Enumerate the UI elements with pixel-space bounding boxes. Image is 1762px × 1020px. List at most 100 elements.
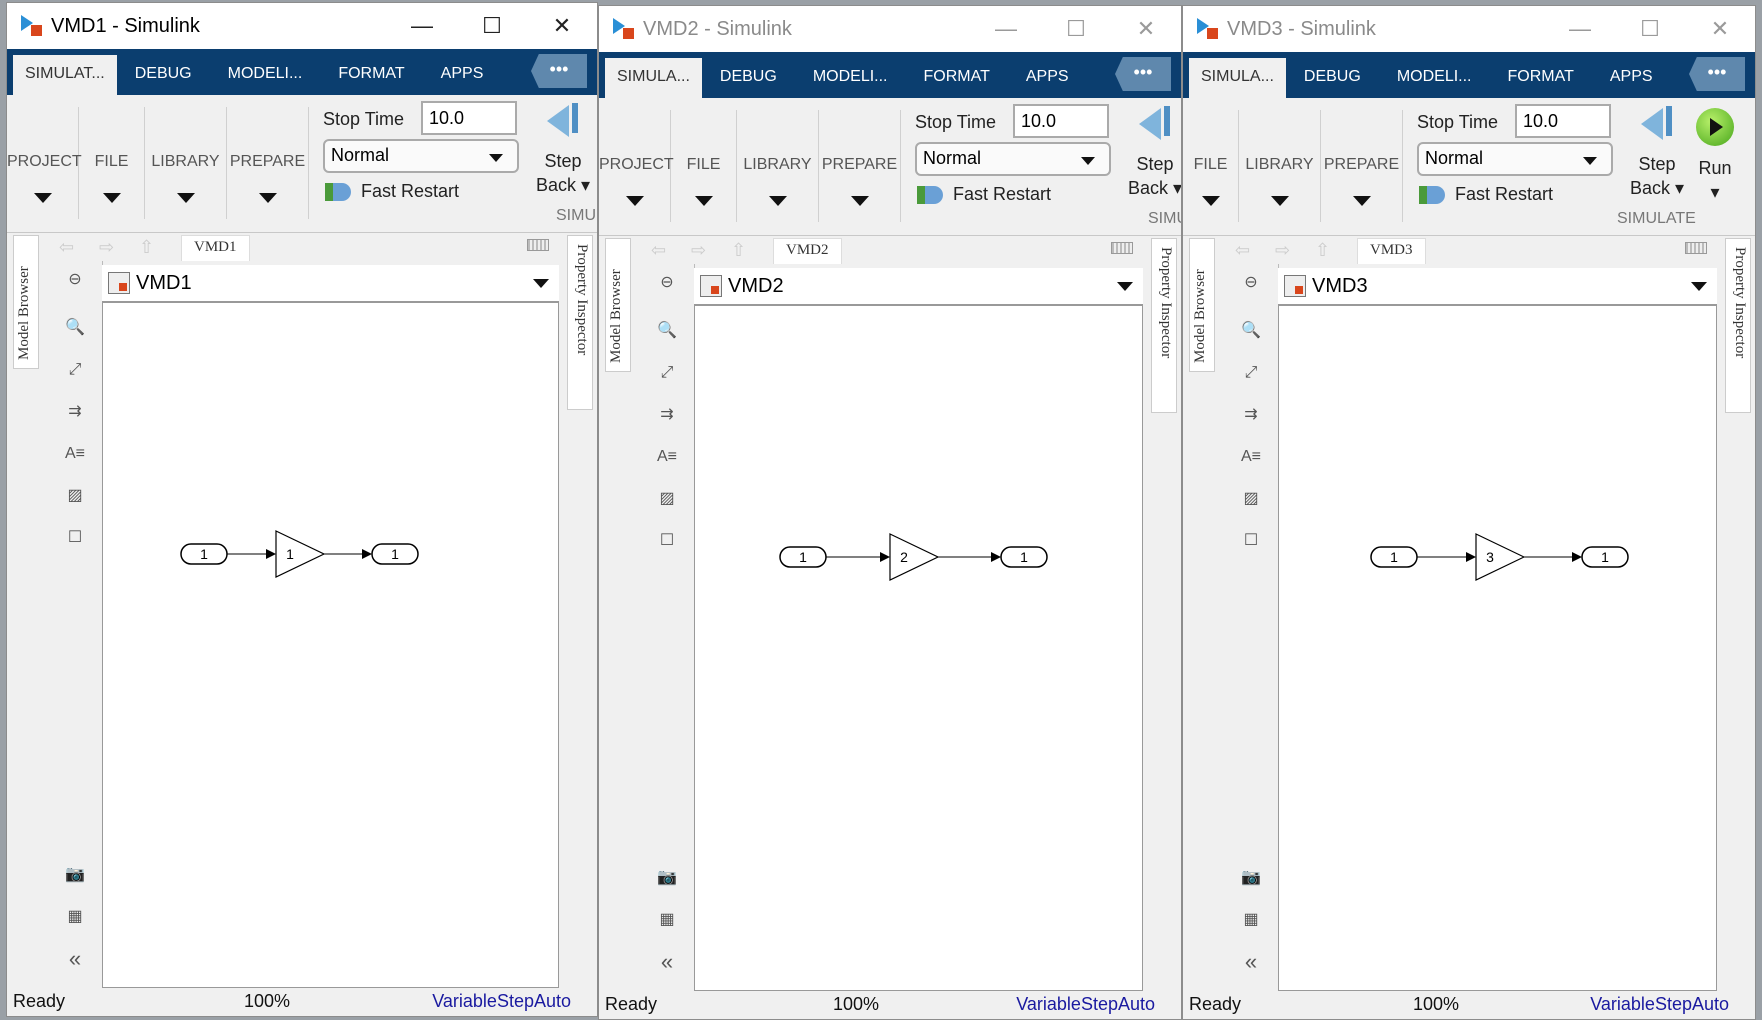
close-button[interactable]: ✕ (527, 3, 597, 49)
route-lines-icon[interactable]: ⇉ (1240, 404, 1262, 426)
model-canvas[interactable]: 1 3 1 (1278, 306, 1717, 991)
ribbon-group-library[interactable]: LIBRARY (145, 107, 227, 219)
fast-restart-button[interactable]: Fast Restart (1419, 184, 1553, 205)
maximize-button[interactable]: ☐ (457, 3, 527, 49)
fit-view-icon[interactable]: ⤢ (656, 362, 678, 384)
breadcrumb[interactable]: VMD3 (1357, 238, 1426, 264)
camera-icon[interactable]: 📷 (64, 864, 86, 886)
keyboard-icon[interactable] (527, 239, 549, 251)
annotation-icon[interactable]: A≡ (1240, 446, 1262, 468)
route-lines-icon[interactable]: ⇉ (64, 401, 86, 423)
tab-3[interactable]: FORMAT (906, 58, 1008, 98)
camera-icon[interactable]: 📷 (1240, 867, 1262, 889)
forward-arrow-icon[interactable]: ⇨ (1275, 240, 1290, 261)
model-browser-tab[interactable]: Model Browser (1189, 238, 1215, 372)
tab-1[interactable]: DEBUG (1286, 58, 1379, 98)
back-arrow-icon[interactable]: ⇦ (1235, 240, 1250, 261)
tab-0[interactable]: SIMULAT... (13, 55, 117, 95)
ribbon-group-project[interactable]: PROJECT (599, 110, 674, 222)
gain-block[interactable] (1475, 533, 1526, 581)
zoom-in-icon[interactable]: 🔍 (656, 320, 678, 342)
up-arrow-icon[interactable]: ⇧ (1315, 240, 1330, 261)
collapse-icon[interactable]: « (64, 948, 86, 970)
step-back-button[interactable]: Step Back ▾ (1125, 104, 1181, 200)
model-address-bar[interactable]: VMD1 (102, 265, 559, 303)
more-tabs-button[interactable]: ••• (1689, 57, 1745, 91)
back-arrow-icon[interactable]: ⇦ (651, 240, 666, 261)
simulation-mode-dropdown[interactable]: Normal (915, 142, 1111, 176)
stop-time-input[interactable] (421, 101, 517, 135)
ribbon-group-prepare[interactable]: PREPARE (1321, 110, 1403, 222)
maximize-button[interactable]: ☐ (1041, 6, 1111, 52)
stop-time-input[interactable] (1515, 104, 1611, 138)
annotation-icon[interactable]: A≡ (656, 446, 678, 468)
back-icon[interactable]: ⊖ (656, 272, 678, 294)
title-bar[interactable]: VMD2 - Simulink — ☐ ✕ (599, 6, 1181, 52)
area-icon[interactable]: ☐ (1240, 530, 1262, 552)
image-icon[interactable]: ▨ (1240, 488, 1262, 510)
ribbon-group-file[interactable]: FILE (79, 107, 145, 219)
property-inspector-tab[interactable]: Property Inspector (567, 235, 593, 410)
forward-arrow-icon[interactable]: ⇨ (99, 237, 114, 258)
tab-2[interactable]: MODELI... (210, 55, 321, 95)
property-inspector-tab[interactable]: Property Inspector (1151, 238, 1177, 413)
ribbon-group-prepare[interactable]: PREPARE (227, 107, 309, 219)
gain-block[interactable] (275, 530, 326, 578)
close-button[interactable]: ✕ (1685, 6, 1755, 52)
solver-link[interactable]: VariableStepAuto (1016, 994, 1155, 1015)
stop-time-input[interactable] (1013, 104, 1109, 138)
collapse-icon[interactable]: « (656, 951, 678, 973)
tab-1[interactable]: DEBUG (702, 58, 795, 98)
tab-2[interactable]: MODELI... (1379, 58, 1490, 98)
property-panel-icon[interactable]: ▦ (656, 909, 678, 931)
close-button[interactable]: ✕ (1111, 6, 1181, 52)
solver-link[interactable]: VariableStepAuto (1590, 994, 1729, 1015)
ribbon-group-library[interactable]: LIBRARY (737, 110, 819, 222)
ribbon-group-project[interactable]: PROJECT (7, 107, 82, 219)
fast-restart-button[interactable]: Fast Restart (917, 184, 1051, 205)
annotation-icon[interactable]: A≡ (64, 443, 86, 465)
minimize-button[interactable]: — (971, 6, 1041, 52)
model-canvas[interactable]: 1 1 1 (102, 303, 559, 988)
breadcrumb[interactable]: VMD1 (181, 235, 250, 261)
fit-view-icon[interactable]: ⤢ (64, 359, 86, 381)
back-arrow-icon[interactable]: ⇦ (59, 237, 74, 258)
tab-2[interactable]: MODELI... (795, 58, 906, 98)
image-icon[interactable]: ▨ (64, 485, 86, 507)
simulation-mode-dropdown[interactable]: Normal (323, 139, 519, 173)
keyboard-icon[interactable] (1111, 242, 1133, 254)
forward-arrow-icon[interactable]: ⇨ (691, 240, 706, 261)
up-arrow-icon[interactable]: ⇧ (731, 240, 746, 261)
breadcrumb[interactable]: VMD2 (773, 238, 842, 264)
area-icon[interactable]: ☐ (656, 530, 678, 552)
title-bar[interactable]: VMD3 - Simulink — ☐ ✕ (1183, 6, 1755, 52)
model-canvas[interactable]: 1 2 1 (694, 306, 1143, 991)
route-lines-icon[interactable]: ⇉ (656, 404, 678, 426)
zoom-in-icon[interactable]: 🔍 (1240, 320, 1262, 342)
back-icon[interactable]: ⊖ (64, 269, 86, 291)
tab-4[interactable]: APPS (1008, 58, 1087, 98)
up-arrow-icon[interactable]: ⇧ (139, 237, 154, 258)
simulation-mode-dropdown[interactable]: Normal (1417, 142, 1613, 176)
gain-block[interactable] (889, 533, 940, 581)
model-address-bar[interactable]: VMD2 (694, 268, 1143, 306)
title-bar[interactable]: VMD1 - Simulink — ☐ ✕ (7, 3, 597, 49)
ribbon-group-file[interactable]: FILE (671, 110, 737, 222)
keyboard-icon[interactable] (1685, 242, 1707, 254)
tab-4[interactable]: APPS (1592, 58, 1671, 98)
ribbon-group-library[interactable]: LIBRARY (1239, 110, 1321, 222)
solver-link[interactable]: VariableStepAuto (432, 991, 571, 1012)
ribbon-group-prepare[interactable]: PREPARE (819, 110, 901, 222)
ribbon-group-file[interactable]: FILE (1183, 110, 1239, 222)
collapse-icon[interactable]: « (1240, 951, 1262, 973)
area-icon[interactable]: ☐ (64, 527, 86, 549)
tab-1[interactable]: DEBUG (117, 55, 210, 95)
step-back-button[interactable]: Step Back ▾ (533, 101, 593, 197)
maximize-button[interactable]: ☐ (1615, 6, 1685, 52)
zoom-in-icon[interactable]: 🔍 (64, 317, 86, 339)
tab-3[interactable]: FORMAT (1490, 58, 1592, 98)
fit-view-icon[interactable]: ⤢ (1240, 362, 1262, 384)
minimize-button[interactable]: — (387, 3, 457, 49)
tab-4[interactable]: APPS (423, 55, 502, 95)
tab-0[interactable]: SIMULA... (1189, 58, 1286, 98)
